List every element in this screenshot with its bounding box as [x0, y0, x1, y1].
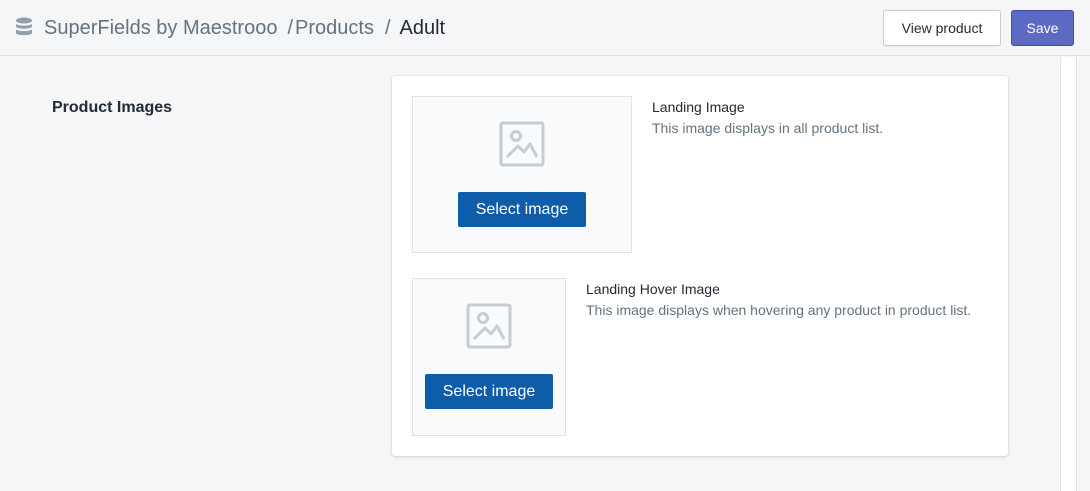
landing-image-label: Landing Image — [652, 99, 745, 115]
section-title: Product Images — [52, 99, 173, 116]
landing-hover-image-help: This image displays when hovering any pr… — [586, 302, 972, 318]
image-placeholder-icon — [466, 303, 512, 349]
landing-hover-image-label: Landing Hover Image — [586, 281, 720, 297]
page-title: Adult — [399, 16, 446, 39]
breadcrumb-app-link[interactable]: SuperFields by Maestrooo — [44, 17, 277, 40]
image-placeholder-icon — [499, 121, 545, 167]
window-edge — [1076, 57, 1090, 491]
view-product-button[interactable]: View product — [883, 10, 1001, 46]
save-button[interactable]: Save — [1011, 10, 1074, 46]
database-icon — [16, 17, 32, 36]
breadcrumb-products-link[interactable]: Products — [295, 17, 374, 40]
breadcrumb-separator: / — [384, 16, 391, 39]
landing-image-help: This image displays in all product list. — [652, 120, 884, 136]
scrollbar[interactable] — [1060, 57, 1076, 491]
select-image-button[interactable]: Select image — [425, 374, 553, 409]
landing-hover-image-slot[interactable]: Select image — [412, 278, 566, 436]
product-images-card: Select image Landing Image This image di… — [392, 76, 1008, 456]
breadcrumb: SuperFields by Maestrooo / Products / Ad… — [44, 14, 445, 42]
landing-image-slot[interactable]: Select image — [412, 96, 632, 253]
breadcrumb-separator: / — [287, 16, 294, 39]
top-bar: SuperFields by Maestrooo / Products / Ad… — [0, 0, 1090, 56]
select-image-button[interactable]: Select image — [458, 192, 586, 227]
